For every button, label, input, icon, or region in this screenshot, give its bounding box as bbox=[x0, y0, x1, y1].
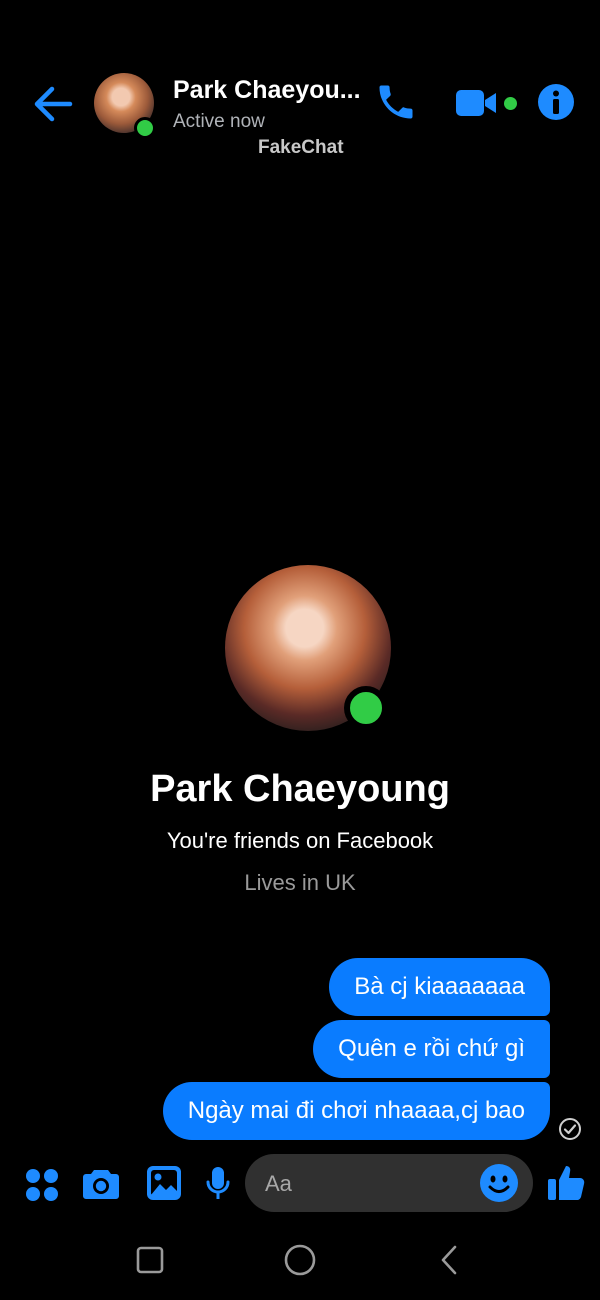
system-navigation-bar bbox=[0, 1225, 600, 1300]
system-back-icon[interactable] bbox=[439, 1245, 459, 1275]
video-active-dot bbox=[504, 97, 517, 110]
message-bubble[interactable]: Bà cj kiaaaaaaa bbox=[329, 958, 550, 1016]
profile-name: Park Chaeyoung bbox=[150, 768, 450, 810]
four-dots-icon[interactable] bbox=[25, 1168, 59, 1202]
active-status: Active now bbox=[173, 111, 265, 132]
profile-location: Lives in UK bbox=[244, 870, 356, 895]
message-input[interactable] bbox=[263, 1166, 467, 1202]
image-icon[interactable] bbox=[146, 1165, 182, 1201]
message-bubble[interactable]: Quên e rồi chứ gì bbox=[313, 1020, 550, 1078]
contact-name[interactable]: Park Chaeyou... bbox=[173, 76, 361, 105]
info-icon[interactable] bbox=[537, 83, 575, 121]
video-camera-icon[interactable] bbox=[454, 88, 498, 118]
message-bubble[interactable]: Ngày mai đi chơi nhaaaa,cj bao bbox=[162, 1082, 550, 1140]
home-icon[interactable] bbox=[284, 1244, 316, 1276]
recent-apps-icon[interactable] bbox=[136, 1246, 164, 1274]
back-arrow-icon[interactable] bbox=[30, 84, 74, 124]
composer-bar bbox=[0, 1150, 600, 1220]
chat-header: Park Chaeyou... Active now FakeChat bbox=[0, 60, 600, 170]
phone-icon[interactable] bbox=[374, 80, 418, 124]
microphone-icon[interactable] bbox=[205, 1166, 231, 1202]
smiley-icon[interactable] bbox=[479, 1163, 519, 1203]
friendship-status: You're friends on Facebook bbox=[166, 828, 434, 853]
message-input-container bbox=[245, 1154, 533, 1212]
profile-online-indicator bbox=[344, 686, 388, 730]
thumbs-up-icon[interactable] bbox=[546, 1162, 586, 1202]
online-indicator bbox=[134, 117, 156, 139]
check-circle-icon bbox=[559, 1118, 581, 1140]
watermark: FakeChat bbox=[258, 137, 344, 158]
camera-icon[interactable] bbox=[82, 1166, 120, 1200]
